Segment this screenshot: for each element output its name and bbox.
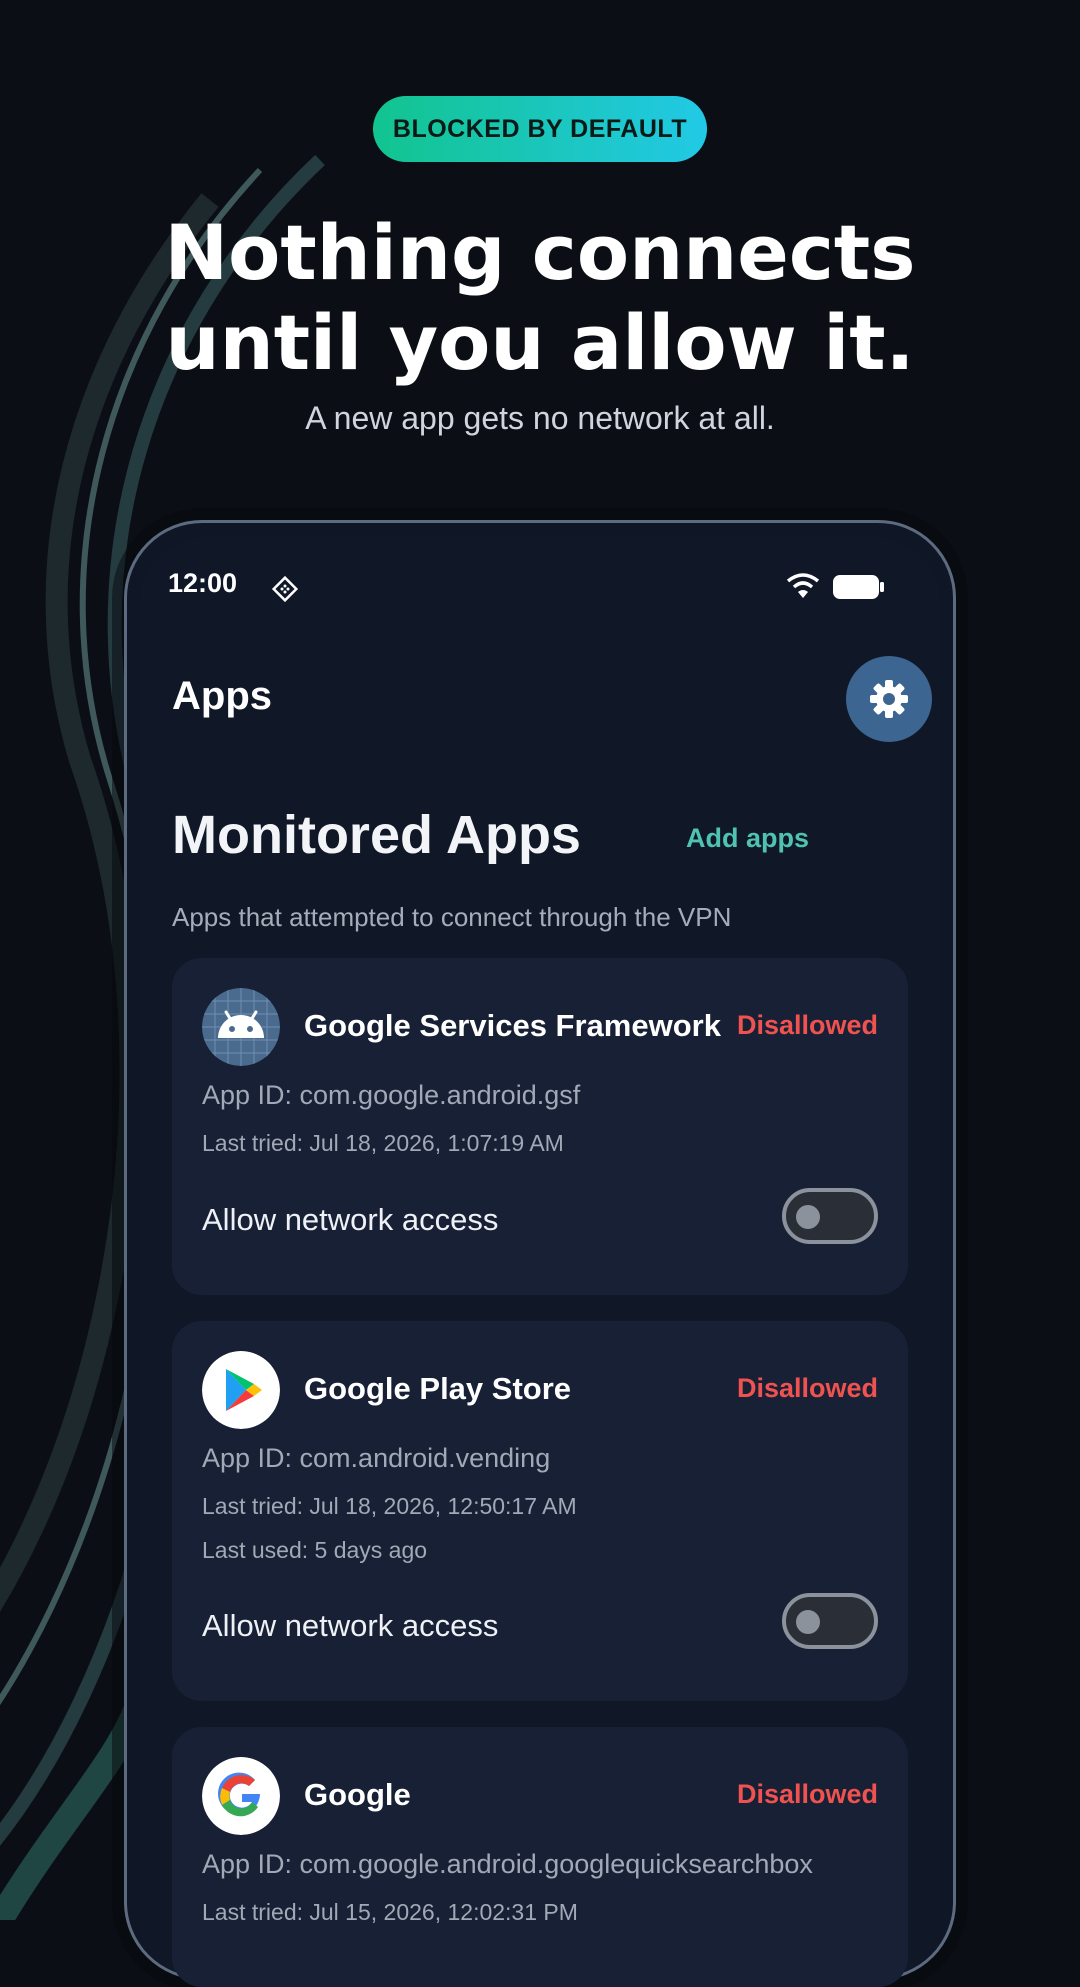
status-label: Disallowed (736, 1373, 878, 1403)
settings-button[interactable] (846, 656, 932, 742)
status-time: 12:00 (168, 568, 238, 598)
last-tried: Last tried: Jul 18, 2026, 1:07:19 AM (202, 1130, 564, 1156)
allow-network-toggle[interactable] (782, 1188, 878, 1244)
last-used: Last used: 5 days ago (202, 1537, 428, 1563)
app-card[interactable]: Google Play Store Disallowed App ID: com… (172, 1321, 908, 1701)
status-label: Disallowed (736, 1010, 878, 1040)
headline: Nothing connects until you allow it. (0, 208, 1080, 388)
headline-line-1: Nothing connects (164, 208, 916, 297)
android-icon (202, 988, 280, 1066)
network-diamond-icon (271, 575, 299, 603)
last-tried: Last tried: Jul 15, 2026, 12:02:31 PM (202, 1899, 578, 1925)
play-store-icon (202, 1351, 280, 1429)
app-bar-title: Apps (172, 674, 272, 718)
app-card[interactable]: Google Disallowed App ID: com.google.and… (172, 1727, 908, 1987)
app-id: App ID: com.android.vending (202, 1443, 551, 1473)
section-description: Apps that attempted to connect through t… (172, 902, 732, 932)
app-name: Google Services Framework (304, 1008, 721, 1043)
app-name: Google Play Store (304, 1371, 572, 1406)
google-icon (202, 1757, 280, 1835)
status-label: Disallowed (736, 1779, 878, 1809)
allow-network-toggle[interactable] (782, 1593, 878, 1649)
subheadline: A new app gets no network at all. (305, 400, 775, 436)
blocked-by-default-badge: BLOCKED BY DEFAULT (373, 96, 707, 162)
app-name: Google (304, 1777, 411, 1812)
headline-line-2: until you allow it. (165, 298, 915, 387)
last-tried: Last tried: Jul 18, 2026, 12:50:17 AM (202, 1493, 577, 1519)
toggle-knob (796, 1205, 820, 1229)
app-id: App ID: com.google.android.googlequickse… (202, 1849, 813, 1879)
gear-icon (870, 680, 908, 718)
allow-network-label: Allow network access (202, 1608, 499, 1643)
app-id: App ID: com.google.android.gsf (202, 1080, 581, 1110)
allow-network-label: Allow network access (202, 1202, 499, 1237)
section-title: Monitored Apps (172, 805, 581, 865)
add-apps-button[interactable]: Add apps (686, 823, 809, 854)
battery-icon (833, 575, 884, 599)
app-card[interactable]: Google Services Framework Disallowed App… (172, 958, 908, 1295)
wifi-icon (786, 573, 820, 598)
toggle-knob (796, 1610, 820, 1634)
